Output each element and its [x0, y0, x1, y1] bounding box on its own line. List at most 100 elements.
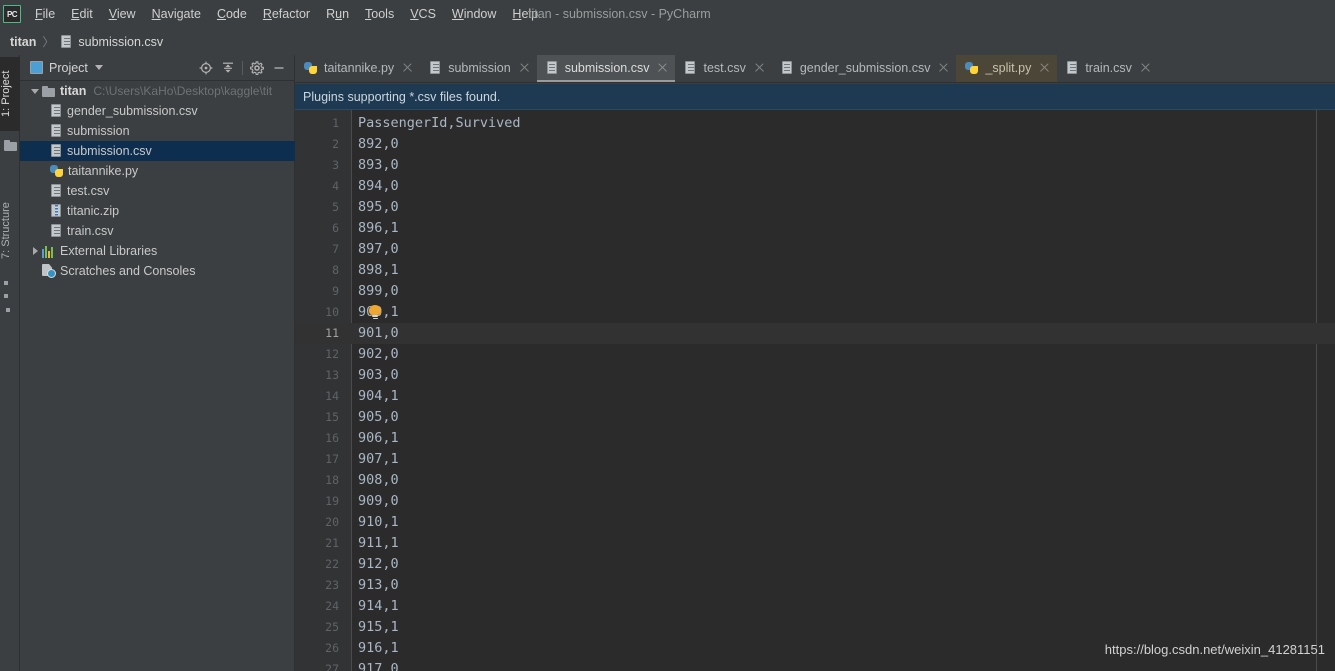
- collapse-all-icon[interactable]: [217, 57, 239, 79]
- close-icon[interactable]: [1039, 62, 1050, 73]
- line-number: 6: [332, 221, 339, 235]
- editor-line[interactable]: 5 895,0: [295, 197, 1335, 218]
- line-number: 14: [325, 389, 339, 403]
- editor-line[interactable]: 27 917,0: [295, 659, 1335, 671]
- line-text: 908,0: [358, 472, 399, 488]
- editor-line[interactable]: 11 901,0: [295, 323, 1335, 344]
- tree-row[interactable]: submission: [20, 121, 295, 141]
- code-editor[interactable]: 1 PassengerId,Survived 2 892,0 3 893,0 4 894,0 5…: [295, 110, 1335, 671]
- tree-row[interactable]: submission.csv: [20, 141, 295, 161]
- editor-line[interactable]: 2 892,0: [295, 134, 1335, 155]
- project-view-selector[interactable]: Project: [20, 61, 103, 75]
- tree-row[interactable]: taitannike.py: [20, 161, 295, 181]
- editor-line[interactable]: 4 894,0: [295, 176, 1335, 197]
- menu-item-vcs[interactable]: VCS: [402, 5, 444, 23]
- editor-line[interactable]: 22 912,0: [295, 554, 1335, 575]
- csv-file-icon: [684, 60, 697, 75]
- editor-line[interactable]: 16 906,1: [295, 428, 1335, 449]
- line-number: 15: [325, 410, 339, 424]
- csv-file-icon: [1066, 60, 1079, 75]
- line-text: 896,1: [358, 220, 399, 236]
- tree-row[interactable]: External Libraries: [20, 241, 295, 261]
- editor-line[interactable]: 24 914,1: [295, 596, 1335, 617]
- close-icon[interactable]: [657, 62, 668, 73]
- tree-row[interactable]: train.csv: [20, 221, 295, 241]
- editor-line[interactable]: 10900,1: [295, 302, 1335, 323]
- editor-line[interactable]: 8 898,1: [295, 260, 1335, 281]
- close-icon[interactable]: [402, 62, 413, 73]
- editor-tab-test-csv[interactable]: test.csv: [675, 55, 771, 82]
- close-icon[interactable]: [938, 62, 949, 73]
- close-icon[interactable]: [1140, 62, 1151, 73]
- menu-item-tools[interactable]: Tools: [357, 5, 402, 23]
- project-tree: titan C:\Users\KaHo\Desktop\kaggle\tit gen…: [20, 81, 295, 671]
- tree-row-label: External Libraries: [60, 244, 158, 258]
- editor-tab-label: _split.py: [985, 60, 1032, 75]
- tree-row-label: test.csv: [67, 184, 110, 198]
- editor-tab-gender-submission-csv[interactable]: gender_submission.csv: [772, 55, 957, 82]
- line-text: 905,0: [358, 409, 399, 425]
- menu-item-view[interactable]: View: [101, 5, 144, 23]
- editor-line[interactable]: 17 907,1: [295, 449, 1335, 470]
- editor-line[interactable]: 20 910,1: [295, 512, 1335, 533]
- line-number: 3: [332, 158, 339, 172]
- csv-file-icon: [50, 124, 63, 138]
- intention-bulb-icon[interactable]: [368, 305, 382, 320]
- left-tool-strip: 1: Project 7: Structure: [0, 55, 20, 671]
- menu-item-run[interactable]: Run: [318, 5, 357, 23]
- editor-tab-bar: taitannike.py submission submission.csv tes…: [295, 55, 1335, 83]
- tree-row[interactable]: titan C:\Users\KaHo\Desktop\kaggle\tit: [20, 81, 295, 101]
- tool-window-button-project[interactable]: 1: Project: [0, 57, 20, 131]
- locate-icon[interactable]: [195, 57, 217, 79]
- editor-tab-split-py[interactable]: _split.py: [956, 55, 1058, 82]
- minimize-icon[interactable]: [268, 57, 290, 79]
- gear-icon[interactable]: [246, 57, 268, 79]
- editor-line[interactable]: 18 908,0: [295, 470, 1335, 491]
- editor-tab-train-csv[interactable]: train.csv: [1057, 55, 1158, 82]
- menu-item-window[interactable]: Window: [444, 5, 504, 23]
- python-file-icon: [50, 164, 64, 178]
- tool-window-button-structure[interactable]: 7: Structure: [0, 187, 20, 275]
- close-icon[interactable]: [754, 62, 765, 73]
- project-view-icon: [30, 61, 43, 74]
- editor-line[interactable]: 3 893,0: [295, 155, 1335, 176]
- editor-tab-submission-csv[interactable]: submission.csv: [536, 55, 676, 82]
- editor-text-area[interactable]: 1 PassengerId,Survived 2 892,0 3 893,0 4 894,0 5…: [295, 110, 1335, 671]
- tree-row-label: titanic.zip: [67, 204, 120, 218]
- menu-item-refactor[interactable]: Refactor: [255, 5, 318, 23]
- menu-item-code[interactable]: Code: [209, 5, 255, 23]
- breadcrumb-file[interactable]: submission.csv: [56, 32, 167, 52]
- menu-item-navigate[interactable]: Navigate: [144, 5, 209, 23]
- tree-row[interactable]: gender_submission.csv: [20, 101, 295, 121]
- tree-row-label: gender_submission.csv: [67, 104, 198, 118]
- editor-line[interactable]: 23 913,0: [295, 575, 1335, 596]
- menu-item-edit[interactable]: Edit: [63, 5, 101, 23]
- tree-row[interactable]: titanic.zip: [20, 201, 295, 221]
- menu-items: File Edit View Navigate Code Refactor Run Tools…: [27, 5, 546, 23]
- editor-line[interactable]: 15 905,0: [295, 407, 1335, 428]
- structure-strip-icon: [4, 281, 16, 312]
- editor-line[interactable]: 9 899,0: [295, 281, 1335, 302]
- editor-line[interactable]: 19 909,0: [295, 491, 1335, 512]
- editor-tab-submission[interactable]: submission: [420, 55, 537, 82]
- tree-row[interactable]: test.csv: [20, 181, 295, 201]
- editor-line[interactable]: 1 PassengerId,Survived: [295, 113, 1335, 134]
- line-number: 25: [325, 620, 339, 634]
- editor-line[interactable]: 25 915,1: [295, 617, 1335, 638]
- tree-expand-icon[interactable]: [28, 244, 42, 258]
- tree-collapse-icon[interactable]: [28, 84, 42, 98]
- editor-line[interactable]: 12 902,0: [295, 344, 1335, 365]
- editor-line[interactable]: 14 904,1: [295, 386, 1335, 407]
- editor-line[interactable]: 21 911,1: [295, 533, 1335, 554]
- editor-line[interactable]: 13 903,0: [295, 365, 1335, 386]
- editor-line[interactable]: 7 897,0: [295, 239, 1335, 260]
- line-number: 7: [332, 242, 339, 256]
- breadcrumb-project[interactable]: titan: [6, 32, 40, 52]
- editor-tab-taitannike-py[interactable]: taitannike.py: [295, 55, 420, 82]
- menu-item-file[interactable]: File: [27, 5, 63, 23]
- editor-notification-bar[interactable]: Plugins supporting *.csv files found.: [295, 84, 1335, 110]
- close-icon[interactable]: [519, 62, 530, 73]
- editor-line[interactable]: 6 896,1: [295, 218, 1335, 239]
- chevron-down-icon: [31, 88, 39, 94]
- tree-row[interactable]: Scratches and Consoles: [20, 261, 295, 281]
